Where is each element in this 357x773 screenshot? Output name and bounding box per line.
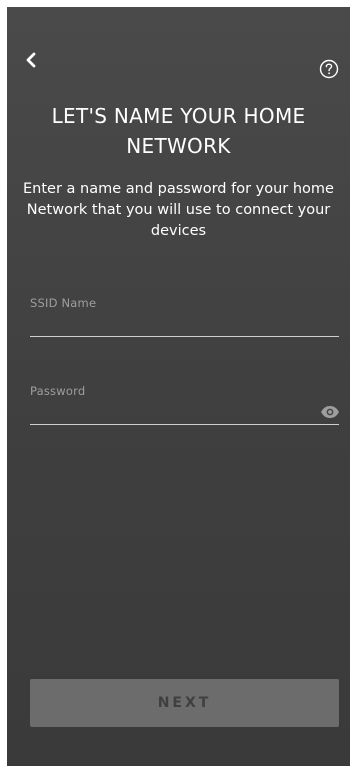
password-visibility-toggle[interactable] — [320, 404, 340, 418]
ssid-input[interactable] — [30, 314, 320, 334]
page-title: LET'S NAME YOUR HOME NETWORK — [7, 101, 350, 161]
password-input[interactable] — [30, 402, 320, 422]
question-circle-icon — [319, 59, 339, 79]
ssid-label: SSID Name — [30, 296, 97, 310]
page-title-line: LET'S NAME YOUR HOME — [51, 104, 306, 128]
help-button[interactable] — [319, 59, 339, 79]
chevron-left-icon — [26, 52, 36, 68]
eye-icon — [321, 406, 339, 418]
page-description-line: devices — [150, 223, 207, 239]
back-button[interactable] — [21, 49, 41, 71]
next-button[interactable]: NEXT — [30, 679, 339, 727]
page-description: Enter a name and password for your home … — [11, 179, 346, 242]
screen: LET'S NAME YOUR HOME NETWORK Enter a nam… — [7, 7, 350, 766]
ssid-field: SSID Name — [30, 296, 339, 346]
page-description-line: Enter a name and password for your home — [23, 181, 334, 197]
ssid-underline — [30, 336, 339, 337]
page-description-line: Network that you will use to connect you… — [26, 202, 331, 218]
password-underline — [30, 424, 339, 425]
password-field: Password — [30, 384, 339, 434]
password-label: Password — [30, 384, 86, 398]
page-title-line: NETWORK — [126, 134, 231, 158]
